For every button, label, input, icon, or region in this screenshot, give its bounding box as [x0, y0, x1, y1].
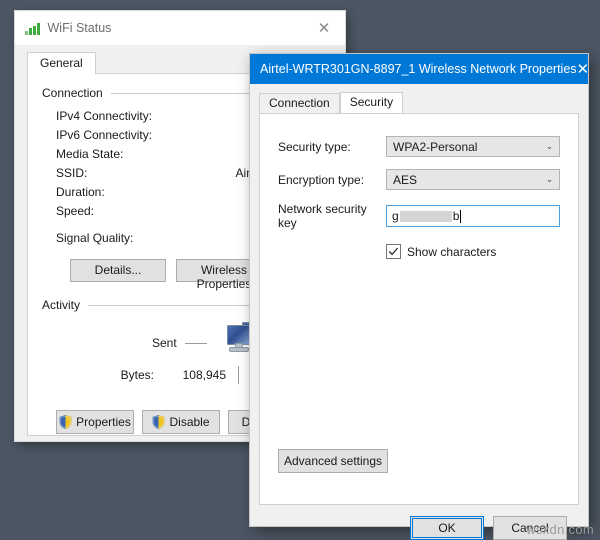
encryption-type-label: Encryption type: [278, 172, 365, 187]
properties-dialog-body: Connection Security Security type: WPA2-… [250, 84, 588, 540]
encryption-type-row: Encryption type: AES ⌄ [278, 169, 560, 190]
field-label: SSID: [56, 165, 88, 180]
sent-connector [184, 342, 207, 344]
watermark: wsxdn.com [526, 522, 594, 537]
sent-row: Sent [152, 336, 207, 350]
button-label: Properties [76, 415, 131, 429]
security-type-select[interactable]: WPA2-Personal ⌄ [386, 136, 560, 157]
field-label: Media State: [56, 146, 124, 161]
activity-group-label: Activity [42, 298, 81, 312]
connection-group-label: Connection [42, 86, 103, 100]
tab-security[interactable]: Security [339, 92, 404, 113]
ok-button[interactable]: OK [410, 516, 484, 540]
close-icon[interactable]: ✕ [303, 11, 345, 45]
encryption-type-select[interactable]: AES ⌄ [386, 169, 560, 190]
security-type-label: Security type: [278, 139, 351, 154]
button-label: Disable [169, 415, 210, 429]
key-value-suffix: b [452, 209, 460, 223]
dialog-title: Airtel-WRTR301GN-8897_1 Wireless Network… [260, 62, 577, 76]
security-type-row: Security type: WPA2-Personal ⌄ [278, 136, 560, 157]
field-label: Duration: [56, 184, 105, 199]
properties-dialog-titlebar: Airtel-WRTR301GN-8897_1 Wireless Network… [250, 54, 590, 84]
tab-general[interactable]: General [27, 52, 96, 74]
advanced-settings-button[interactable]: Advanced settings [278, 449, 388, 473]
close-icon[interactable]: ✕ [577, 54, 590, 84]
field-label: Speed: [56, 203, 95, 218]
text-caret [460, 209, 462, 223]
checkmark-icon [388, 247, 399, 256]
tab-connection[interactable]: Connection [259, 93, 340, 113]
show-characters-checkbox[interactable] [386, 244, 401, 259]
wifi-status-title: WiFi Status [47, 21, 112, 35]
network-security-key-label: Network security key [278, 202, 367, 230]
wireless-network-properties-dialog: Airtel-WRTR301GN-8897_1 Wireless Network… [249, 53, 590, 540]
uac-shield-icon [153, 415, 165, 429]
network-security-key-row: Network security key g b [278, 202, 560, 230]
wifi-signal-icon [25, 22, 40, 35]
sent-label: Sent [152, 336, 177, 350]
properties-button[interactable]: Properties [56, 410, 134, 434]
show-characters-row[interactable]: Show characters [386, 244, 560, 259]
chevron-down-icon: ⌄ [545, 141, 554, 152]
properties-tabstrip: Connection Security [259, 92, 579, 113]
wifi-status-titlebar: WiFi Status ✕ [15, 11, 345, 45]
field-label: Signal Quality: [56, 230, 134, 245]
uac-shield-icon [59, 415, 72, 429]
chevron-down-icon: ⌄ [545, 174, 554, 185]
disable-button[interactable]: Disable [142, 410, 220, 434]
show-characters-label: Show characters [407, 244, 497, 259]
redaction-bar [399, 210, 452, 222]
field-label: IPv6 Connectivity: [56, 127, 153, 142]
security-type-value: WPA2-Personal [393, 139, 478, 154]
field-label: IPv4 Connectivity: [56, 108, 153, 123]
key-value-prefix: g [392, 209, 399, 223]
network-security-key-input[interactable]: g b [386, 205, 560, 227]
bytes-sent-value: 108,945 [182, 368, 226, 382]
bytes-label: Bytes: [120, 368, 154, 382]
security-tab-panel: Security type: WPA2-Personal ⌄ Encryptio… [259, 113, 579, 505]
details-button[interactable]: Details... [70, 259, 166, 282]
encryption-type-value: AES [393, 172, 418, 187]
